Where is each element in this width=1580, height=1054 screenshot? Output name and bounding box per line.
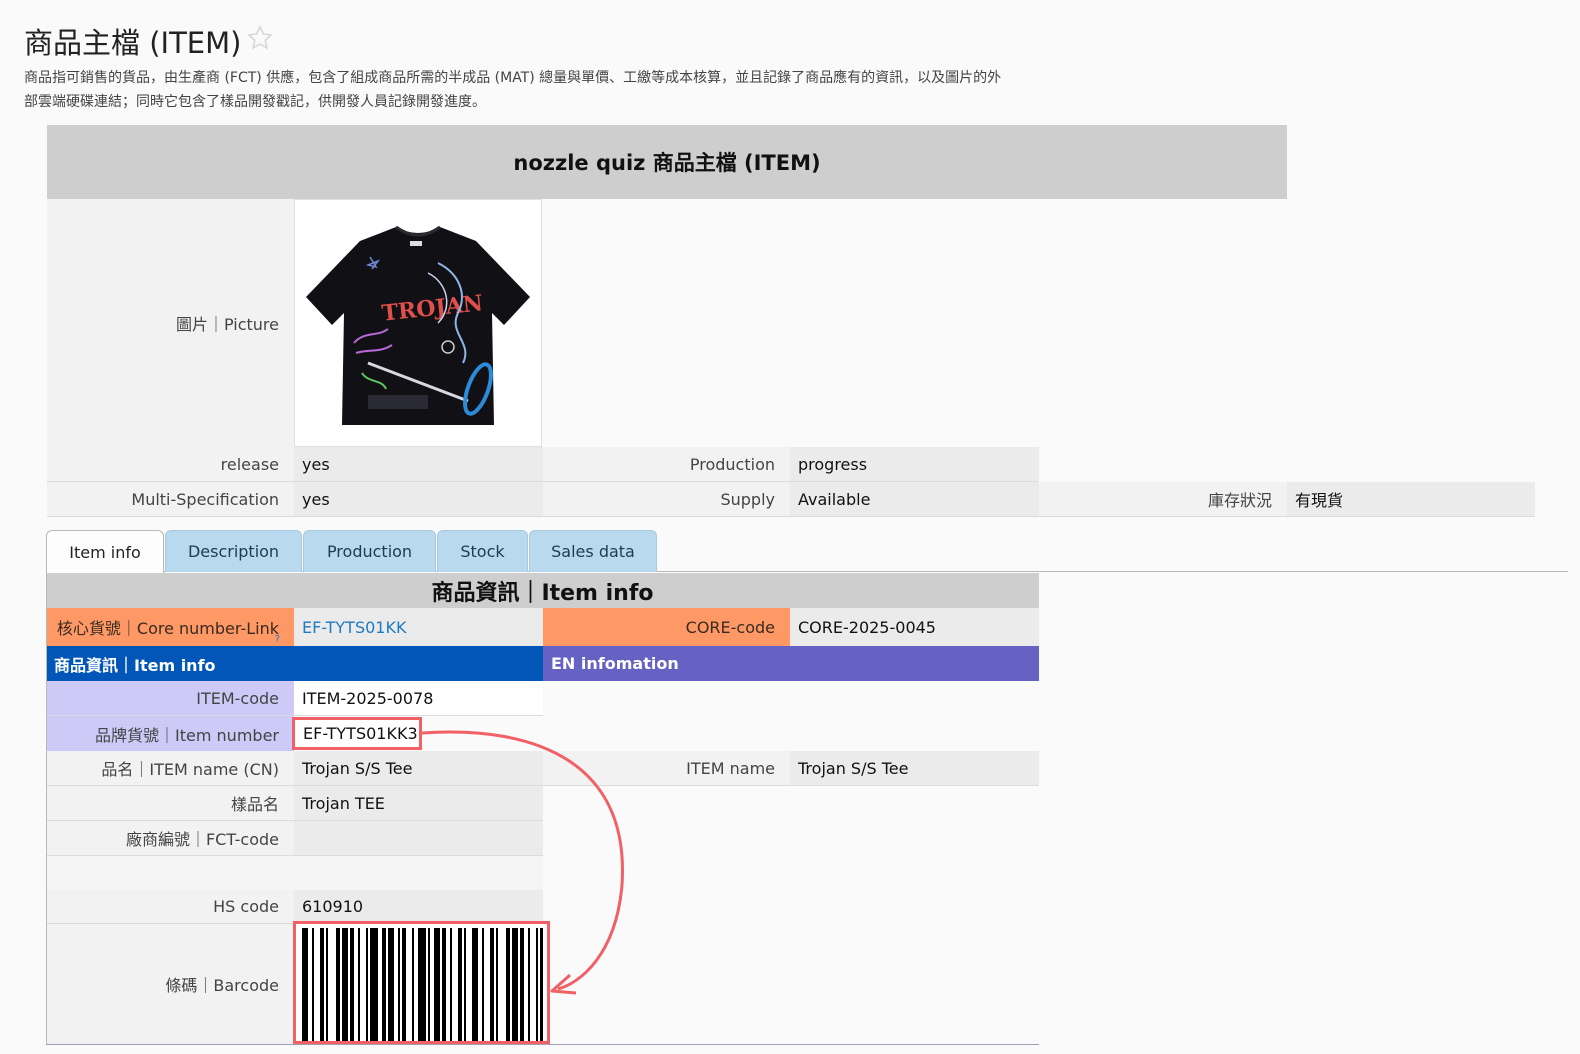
core-link-cell: EF-TYTS01KK	[294, 608, 543, 646]
en-information-band: EN infomation	[543, 646, 1039, 681]
sample-name-label: 樣品名	[46, 786, 294, 821]
panel-bottom-border	[46, 1044, 1039, 1045]
annotation-arrow-icon	[421, 730, 624, 995]
tab-bar: Item info Description Production Stock S…	[46, 530, 1568, 573]
panel-left-border	[46, 573, 47, 1045]
page-title: 商品主檔 (ITEM)	[24, 26, 242, 60]
page-description: 商品指可銷售的貨品，由生產商 (FCT) 供應，包含了組成商品所需的半成品 (M…	[24, 70, 1002, 110]
core-link[interactable]: EF-TYTS01KK	[302, 618, 406, 637]
multi-spec-label: Multi-Specification	[47, 482, 294, 517]
item-info-band: 商品資訊｜Item info	[46, 646, 543, 681]
favorite-star-icon[interactable]	[246, 24, 274, 52]
tab-stock[interactable]: Stock	[437, 530, 528, 572]
multi-spec-value: yes	[294, 482, 543, 517]
picture-label: 圖片｜Picture	[47, 199, 294, 447]
item-number-label: 品牌貨號｜Item number	[46, 716, 294, 751]
core-link-label: 核心貨號｜Core number-Link ?	[46, 608, 294, 646]
fct-code-label: 廠商編號｜FCT-code	[46, 821, 294, 856]
item-number-value[interactable]: EF-TYTS01KK3	[292, 717, 422, 750]
tab-item-info[interactable]: Item info	[46, 530, 164, 573]
tab-sales-data[interactable]: Sales data	[529, 530, 657, 572]
item-code-label: ITEM-code	[46, 681, 294, 716]
help-icon[interactable]: ?	[275, 634, 280, 645]
item-name-en-value: Trojan S/S Tee	[790, 751, 1039, 786]
release-label: release	[47, 447, 294, 482]
tab-description[interactable]: Description	[165, 530, 302, 572]
tshirt-image: TROJAN	[306, 225, 530, 425]
supply-value: Available	[790, 482, 1039, 517]
stock-status-value: 有現貨	[1287, 482, 1535, 517]
barcode-label: 條碼｜Barcode	[46, 924, 294, 1044]
core-link-label-text: 核心貨號｜Core number-Link	[56, 619, 279, 638]
section-title: 商品資訊｜Item info	[46, 573, 1039, 608]
supply-label: Supply	[543, 482, 790, 517]
stock-status-label: 庫存狀況	[1039, 482, 1287, 517]
item-name-cn-label: 品名｜ITEM name (CN)	[46, 751, 294, 786]
tab-production[interactable]: Production	[303, 530, 436, 572]
production-label: Production	[543, 447, 790, 482]
production-value: progress	[790, 447, 1039, 482]
item-code-value: ITEM-2025-0078	[294, 681, 543, 716]
product-picture[interactable]: TROJAN	[294, 199, 542, 447]
core-code-value: CORE-2025-0045	[790, 608, 1039, 646]
core-code-label: CORE-code	[543, 608, 790, 646]
release-value: yes	[294, 447, 543, 482]
record-banner: nozzle quiz 商品主檔 (ITEM)	[47, 125, 1287, 199]
hs-code-label: HS code	[46, 890, 294, 924]
